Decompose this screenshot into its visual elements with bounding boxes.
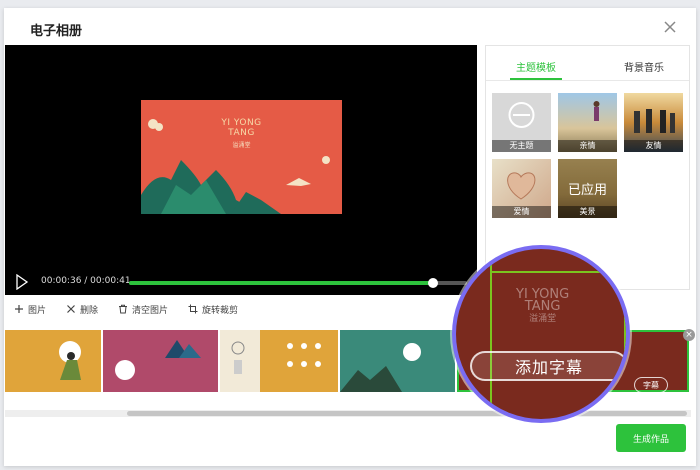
thumbnail-artwork bbox=[340, 343, 421, 392]
tab-background-music[interactable]: 背景音乐 bbox=[624, 59, 664, 74]
clear-images-button[interactable]: 清空图片 bbox=[118, 300, 168, 318]
template-label: 无主题 bbox=[492, 140, 551, 152]
play-button[interactable] bbox=[15, 273, 29, 291]
thumbnail-artwork bbox=[115, 340, 201, 380]
thumbnail-artwork bbox=[59, 341, 81, 380]
active-tab-indicator bbox=[510, 78, 562, 80]
delete-button[interactable]: 删除 bbox=[66, 300, 98, 318]
no-theme-icon bbox=[508, 102, 535, 128]
theme-tabs: 主题模板 背景音乐 bbox=[486, 46, 689, 81]
generate-button[interactable]: 生成作品 bbox=[616, 424, 686, 452]
rotate-crop-label: 旋转裁剪 bbox=[202, 305, 239, 316]
add-image-label: 图片 bbox=[28, 305, 47, 316]
add-subtitle-button[interactable]: 添加字幕 bbox=[470, 351, 626, 381]
image-thumbnail[interactable] bbox=[103, 330, 218, 392]
thumbnail-artwork bbox=[231, 341, 321, 374]
timeline-cursor bbox=[490, 249, 492, 419]
clear-images-label: 清空图片 bbox=[132, 305, 169, 316]
add-image-button[interactable]: 图片 bbox=[14, 300, 46, 318]
strip-scrollbar[interactable] bbox=[5, 410, 691, 417]
selection-border-top bbox=[490, 271, 626, 273]
preview-title-line2: TANG bbox=[228, 128, 255, 138]
close-button[interactable] bbox=[662, 19, 678, 35]
magnifier-callout: YI YONG TANG 溢涌堂 添加字幕 bbox=[452, 245, 630, 423]
image-toolbar: 图片 删除 清空图片 旋转裁剪 bbox=[14, 300, 238, 318]
progress-fill bbox=[129, 281, 434, 285]
rotate-crop-button[interactable]: 旋转裁剪 bbox=[188, 300, 238, 318]
preview-title-line1: YI YONG bbox=[221, 118, 262, 128]
magnifier-bg-line2: TANG bbox=[524, 299, 561, 314]
delete-label: 删除 bbox=[80, 305, 99, 316]
template-family[interactable]: 亲情 bbox=[558, 93, 617, 152]
template-friendship[interactable]: 友情 bbox=[624, 93, 683, 152]
remove-image-button[interactable]: × bbox=[683, 329, 695, 341]
template-scenery[interactable]: 已应用 美景 bbox=[558, 159, 617, 218]
template-label: 爱情 bbox=[492, 206, 551, 218]
template-label: 友情 bbox=[624, 140, 683, 152]
crop-icon bbox=[188, 304, 198, 314]
template-love[interactable]: 爱情 bbox=[492, 159, 551, 218]
time-display: 00:00:36 / 00:00:41 bbox=[41, 276, 131, 286]
magnifier-bg-line3: 溢涌堂 bbox=[529, 314, 557, 324]
preview-subtitle: 溢涌堂 bbox=[232, 142, 251, 149]
template-thumbnail bbox=[507, 172, 536, 200]
image-thumbnail[interactable] bbox=[5, 330, 101, 392]
template-thumbnail bbox=[634, 109, 675, 133]
image-thumbnail[interactable] bbox=[220, 330, 338, 392]
selection-border-right bbox=[624, 271, 626, 419]
scrollbar-thumb[interactable] bbox=[127, 411, 687, 416]
magnifier-background-text: YI YONG TANG 溢涌堂 bbox=[516, 288, 569, 325]
player-controls: 00:00:36 / 00:00:41 bbox=[5, 271, 477, 295]
preview-frame: YI YONG TANG 溢涌堂 bbox=[141, 100, 342, 214]
dialog-title: 电子相册 bbox=[30, 24, 83, 39]
photo-album-dialog: 电子相册 YI YONG TANG 溢涌堂 00:00:36 / 00:00:4… bbox=[4, 8, 696, 466]
close-icon bbox=[67, 305, 75, 313]
template-label: 美景 bbox=[558, 206, 617, 218]
preview-title: YI YONG TANG bbox=[141, 118, 342, 138]
add-subtitle-mini-button[interactable]: 字幕 bbox=[634, 377, 668, 393]
template-thumbnail bbox=[593, 101, 600, 121]
template-no-theme[interactable]: 无主题 bbox=[492, 93, 551, 152]
trash-icon bbox=[119, 304, 128, 314]
play-icon bbox=[16, 273, 29, 291]
video-player[interactable]: YI YONG TANG 溢涌堂 00:00:36 / 00:00:41 bbox=[5, 45, 477, 295]
tab-theme-template[interactable]: 主题模板 bbox=[516, 59, 556, 74]
progress-knob[interactable] bbox=[428, 278, 439, 288]
close-icon bbox=[664, 21, 676, 33]
progress-bar[interactable] bbox=[129, 278, 467, 288]
image-thumbnail[interactable] bbox=[340, 330, 455, 392]
template-label: 亲情 bbox=[558, 140, 617, 152]
plus-icon bbox=[15, 305, 23, 313]
